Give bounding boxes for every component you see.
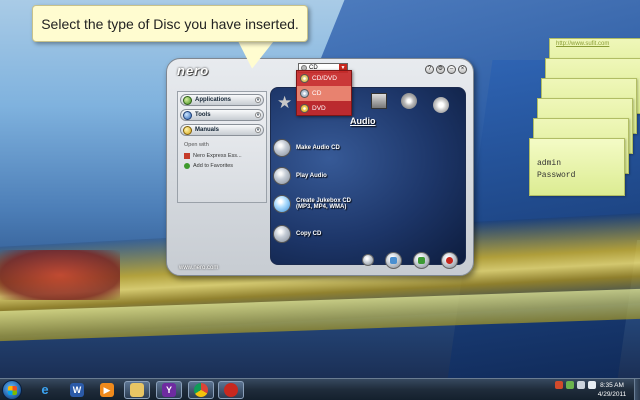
nero-icon [224, 383, 238, 397]
taskbar-nero[interactable] [218, 381, 244, 399]
cd-icon [300, 89, 309, 98]
show-desktop-button[interactable] [634, 379, 640, 400]
toolkit-icon [390, 257, 397, 264]
task-play-audio[interactable]: Play Audio [273, 167, 327, 185]
sidebar-item-label: Manuals [195, 127, 220, 133]
task-label: Make Audio CD [296, 145, 340, 151]
word-icon: W [70, 383, 84, 397]
chevron-icon[interactable]: » [255, 97, 261, 103]
settings-button[interactable]: ⚙ [436, 65, 445, 74]
add-category-icon[interactable] [433, 97, 449, 113]
disc-option-cd-dvd[interactable]: CD/DVD [297, 71, 351, 86]
internet-explorer-icon: e [41, 382, 49, 397]
dvd-icon [300, 104, 309, 113]
taskbar-chrome[interactable] [188, 381, 214, 399]
clock-time: 8:35 AM [600, 382, 624, 389]
sidebar-item-applications[interactable]: Applications » [180, 94, 264, 106]
network-icon[interactable] [577, 381, 585, 389]
disc-option-label: CD/DVD [312, 75, 337, 82]
data-category-icon[interactable] [371, 93, 387, 109]
audio-cd-icon [273, 139, 291, 157]
sidebar-item-tools[interactable]: Tools » [180, 109, 264, 121]
taskbar-yahoo-messenger[interactable]: Y [156, 381, 182, 399]
start-button[interactable] [2, 380, 22, 400]
link-label: Nero Express Ess... [193, 153, 242, 159]
media-player-icon: ▶ [100, 383, 114, 397]
disc-option-cd[interactable]: CD [297, 86, 351, 101]
sticky-note-text: admin Password [537, 158, 575, 182]
instruction-callout: Select the type of Disc you have inserte… [32, 5, 308, 42]
nero-logo: nero [177, 63, 210, 78]
sticky-url[interactable]: http://www.sufit.com [550, 39, 640, 49]
tray-app-icon[interactable] [555, 381, 563, 389]
window-footer: www.nero.com [167, 249, 473, 271]
task-create-jukebox-cd[interactable]: Create Jukebox CD (MP3, MP4, WMA) [273, 195, 351, 213]
nero-exit-button[interactable] [441, 252, 458, 269]
yahoo-messenger-icon: Y [162, 383, 176, 397]
vision-icon [418, 257, 425, 264]
content-area: Audio Make Audio CD Play Audio Create Ju… [273, 91, 465, 259]
sidebar-item-label: Applications [195, 97, 232, 103]
task-label: Play Audio [296, 173, 327, 179]
sidebar-item-label: Tools [195, 112, 211, 118]
taskbar-word[interactable]: W [64, 381, 90, 399]
nero-vision-button[interactable] [413, 252, 430, 269]
manuals-icon [183, 125, 192, 135]
chrome-icon [194, 383, 208, 397]
task-make-audio-cd[interactable]: Make Audio CD [273, 139, 340, 157]
chevron-icon[interactable]: » [255, 112, 261, 118]
taskbar-explorer[interactable] [124, 381, 150, 399]
nero-toolkit-button[interactable] [385, 252, 402, 269]
sticky-line: admin [537, 159, 562, 168]
wallpaper-shape [0, 250, 120, 300]
tab-audio[interactable]: Audio [347, 115, 379, 127]
task-copy-cd[interactable]: Copy CD [273, 225, 321, 243]
task-sublabel: (MP3, MP4, WMA) [296, 204, 347, 210]
minimize-button[interactable]: – [447, 65, 456, 74]
close-button[interactable]: × [458, 65, 467, 74]
windows-logo-icon [8, 386, 17, 395]
color-scheme-button[interactable] [362, 254, 374, 266]
window-controls: ? ⚙ – × [425, 65, 467, 74]
disc-option-dvd[interactable]: DVD [297, 101, 351, 116]
help-button[interactable]: ? [425, 65, 434, 74]
footer-url[interactable]: www.nero.com [179, 265, 218, 271]
system-tray [555, 381, 596, 389]
tray-app-icon[interactable] [566, 381, 574, 389]
add-favorites-icon [184, 163, 190, 169]
disc-option-label: DVD [312, 105, 326, 112]
link-label: Add to Favorites [193, 163, 234, 169]
open-with-label: Open with [184, 142, 209, 148]
sidebar-item-manuals[interactable]: Manuals » [180, 124, 264, 136]
clock-date: 4/29/2011 [597, 391, 627, 398]
clock[interactable]: 8:35 AM 4/29/2011 [592, 381, 632, 399]
disc-type-dropdown[interactable]: CD/DVD CD DVD [296, 70, 352, 116]
copy-cd-icon [273, 225, 291, 243]
link-add-favorites[interactable]: Add to Favorites [178, 161, 266, 171]
task-label: Copy CD [296, 231, 322, 237]
copy-category-icon[interactable] [401, 93, 417, 109]
task-label-group: Create Jukebox CD (MP3, MP4, WMA) [296, 198, 351, 210]
applications-icon [183, 95, 192, 105]
cd-dvd-icon [300, 74, 309, 83]
exit-icon [446, 257, 453, 264]
jukebox-cd-icon [273, 195, 291, 213]
link-nero-express[interactable]: Nero Express Ess... [178, 151, 266, 161]
chevron-icon[interactable]: » [255, 127, 261, 133]
tools-icon [183, 110, 192, 120]
sticky-line: Password [537, 171, 576, 180]
play-audio-icon [273, 167, 291, 185]
taskbar: e W ▶ Y 8:35 AM 4/29/2011 [0, 378, 640, 400]
disc-option-label: CD [312, 90, 322, 97]
nero-express-icon [184, 153, 190, 159]
taskbar-media-player[interactable]: ▶ [94, 381, 120, 399]
taskbar-internet-explorer[interactable]: e [32, 381, 58, 399]
folder-icon [130, 383, 144, 397]
sidebar: Applications » Tools » Manuals » Open wi… [177, 91, 267, 203]
